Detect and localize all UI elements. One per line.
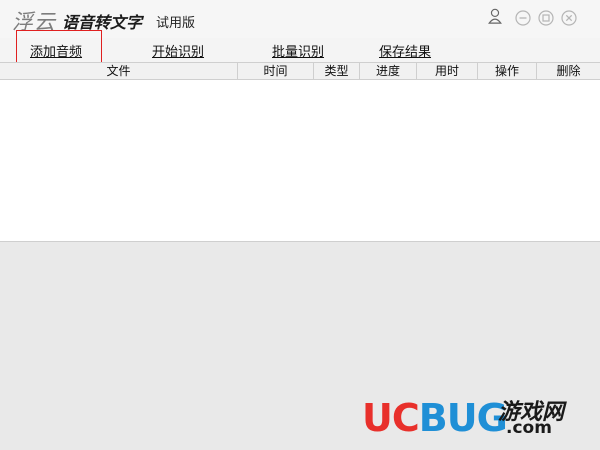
column-header-progress[interactable]: 进度	[360, 63, 417, 79]
file-list[interactable]	[0, 80, 600, 242]
start-recognition-button[interactable]: 开始识别	[152, 41, 204, 60]
batch-recognition-button[interactable]: 批量识别	[272, 41, 324, 60]
user-icon[interactable]	[487, 8, 503, 26]
close-icon[interactable]	[561, 10, 577, 26]
minimize-icon[interactable]	[515, 10, 531, 26]
column-header-action[interactable]: 操作	[478, 63, 537, 79]
column-header-file[interactable]: 文件	[0, 63, 238, 79]
table-header: 文件 时间 类型 进度 用时 操作 删除	[0, 62, 600, 80]
column-header-type[interactable]: 类型	[314, 63, 360, 79]
highlight-annotation	[16, 30, 102, 64]
edition-label: 试用版	[156, 16, 196, 31]
restore-icon[interactable]	[538, 10, 554, 26]
watermark-domain: .com	[506, 418, 552, 438]
column-header-time[interactable]: 时间	[238, 63, 314, 79]
column-header-elapsed[interactable]: 用时	[417, 63, 478, 79]
column-header-delete[interactable]: 删除	[537, 63, 600, 79]
watermark-brand: UCBUG	[362, 396, 508, 440]
watermark-logo: UCBUG 游戏网 .com	[362, 392, 592, 442]
save-result-button[interactable]: 保存结果	[379, 41, 431, 60]
